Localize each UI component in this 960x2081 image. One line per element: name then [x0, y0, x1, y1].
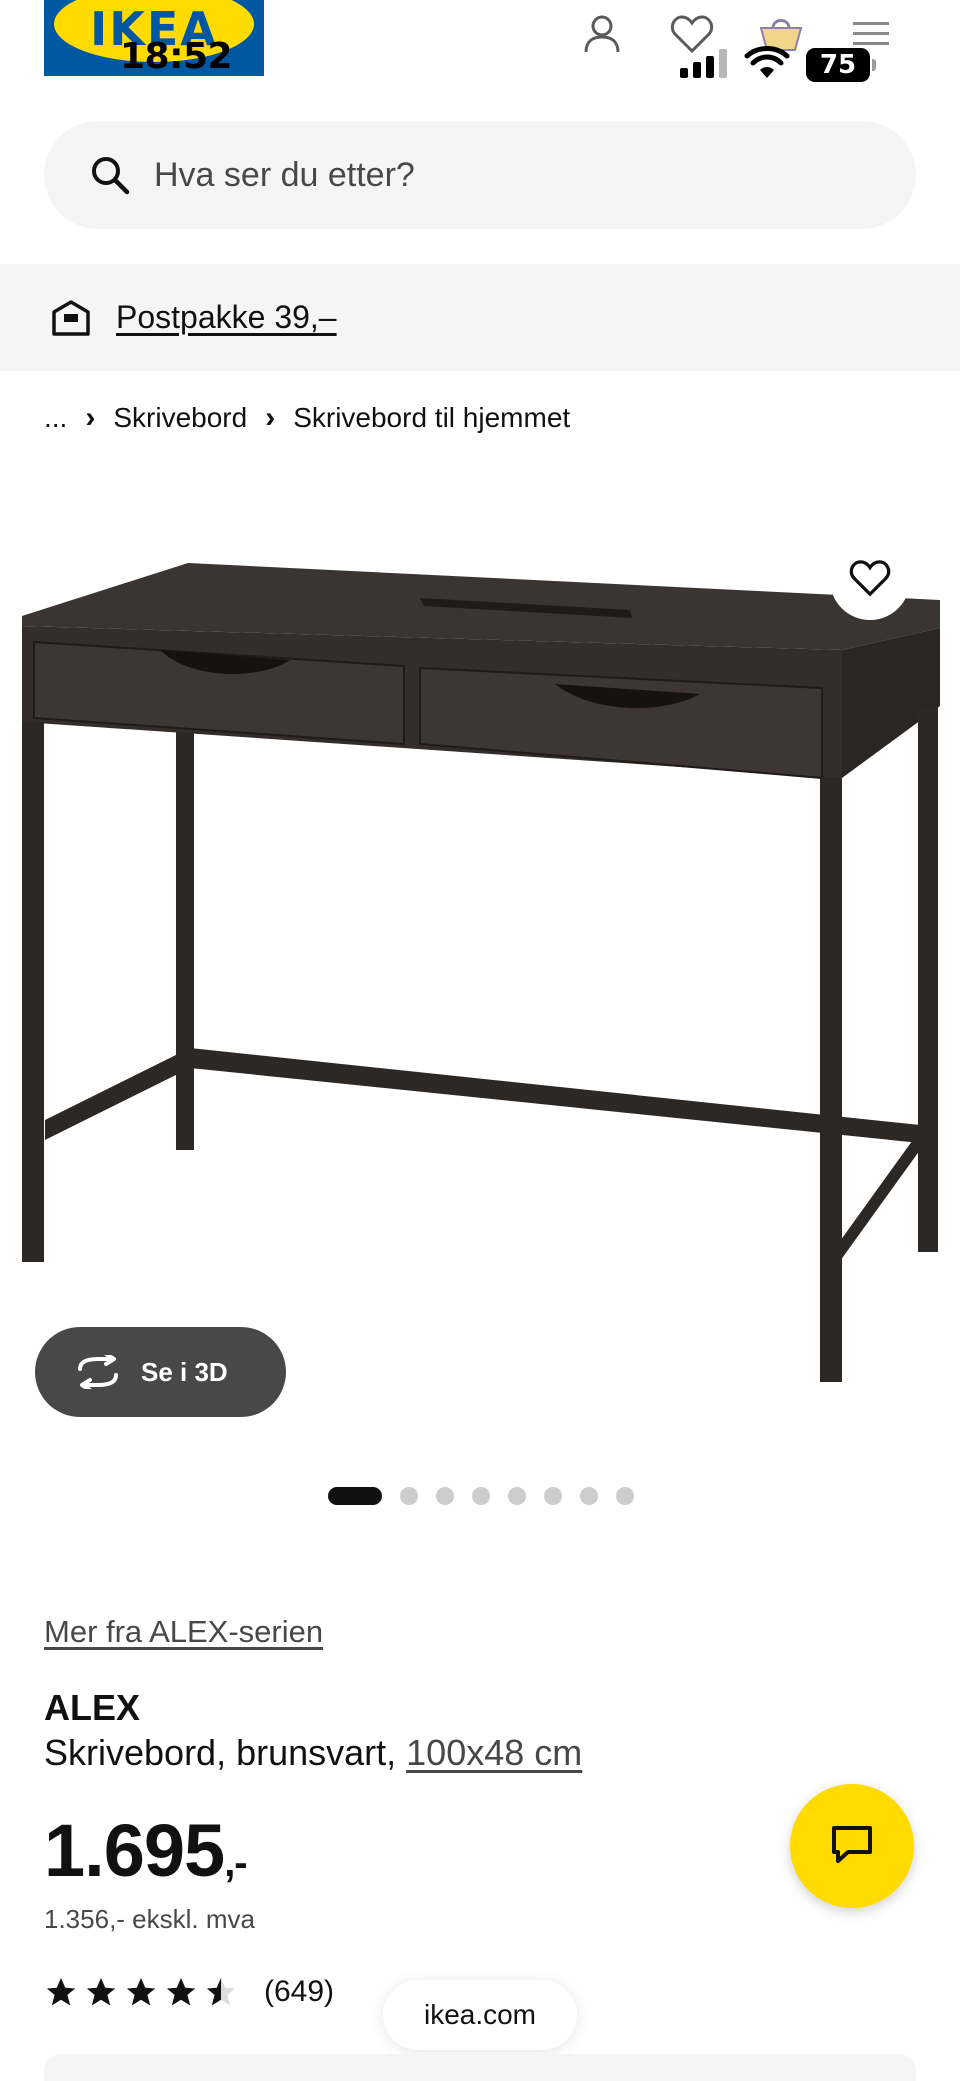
price-main: 1.695 — [44, 1809, 225, 1892]
series-link[interactable]: Mer fra ALEX-serien — [44, 1614, 323, 1650]
price-excl-vat: 1.356,- ekskl. mva — [44, 1904, 255, 1934]
search-placeholder: Hva ser du etter? — [154, 155, 415, 194]
star-icon — [86, 1977, 116, 2006]
parcel-store-icon — [46, 293, 96, 343]
breadcrumb-item-skrivebord-til-hjemmet[interactable]: Skrivebord til hjemmet — [293, 402, 570, 434]
gallery-dot[interactable] — [544, 1487, 562, 1505]
product-description: Skrivebord, brunsvart, 100x48 cm — [44, 1732, 582, 1774]
gallery-pagination — [328, 1486, 652, 1506]
breadcrumb-ellipsis[interactable]: ... — [44, 402, 67, 434]
price-suffix: ,- — [224, 1841, 247, 1885]
star-icon — [46, 1977, 76, 2006]
user-icon[interactable] — [578, 10, 626, 58]
review-count: (649) — [264, 1975, 335, 2008]
breadcrumb-item-skrivebord[interactable]: Skrivebord — [113, 402, 247, 434]
browser-url-bar[interactable]: ikea.com — [383, 1980, 577, 2050]
search-icon — [86, 151, 134, 199]
delivery-link[interactable]: Postpakke 39,– — [116, 299, 337, 336]
delivery-banner[interactable]: Postpakke 39,– — [0, 264, 960, 371]
product-description-text: Skrivebord, brunsvart, — [44, 1732, 407, 1773]
heart-icon — [849, 559, 891, 602]
bottom-card — [44, 2054, 916, 2081]
product-image[interactable] — [0, 520, 960, 1400]
gallery-dot[interactable] — [580, 1487, 598, 1505]
wifi-icon — [744, 46, 790, 80]
gallery-dot-active[interactable] — [328, 1487, 382, 1505]
view-3d-label: Se i 3D — [141, 1356, 228, 1387]
gallery-dot[interactable] — [616, 1487, 634, 1505]
chat-button[interactable] — [790, 1784, 914, 1908]
chevron-right-icon: › — [85, 401, 96, 434]
search-input[interactable]: Hva ser du etter? — [44, 121, 916, 229]
half-star-icon — [206, 1977, 236, 2006]
desk-illustration — [22, 563, 940, 1382]
gallery-dot[interactable] — [472, 1487, 490, 1505]
product-size-link[interactable]: 100x48 cm — [406, 1732, 582, 1773]
rating-stars — [44, 1975, 244, 2009]
product-rating[interactable]: (649) — [44, 1972, 334, 2012]
cellular-signal-icon — [680, 46, 730, 80]
star-icon — [126, 1977, 156, 2006]
view-3d-button[interactable]: Se i 3D — [35, 1327, 286, 1417]
gallery-dot[interactable] — [436, 1487, 454, 1505]
breadcrumb: ... › Skrivebord › Skrivebord til hjemme… — [44, 398, 570, 438]
product-name: ALEX — [44, 1687, 141, 1728]
rotate-3d-icon — [73, 1352, 123, 1392]
gallery-dot[interactable] — [400, 1487, 418, 1505]
gallery-dot[interactable] — [508, 1487, 526, 1505]
product-price: 1.695,- — [44, 1808, 248, 1893]
chevron-right-icon: › — [265, 401, 276, 434]
chat-icon — [828, 1822, 876, 1871]
add-to-favourites-button[interactable] — [830, 540, 910, 620]
star-icon — [166, 1977, 196, 2006]
status-time: 18:52 — [120, 36, 233, 77]
battery-indicator: 75 — [806, 48, 876, 82]
